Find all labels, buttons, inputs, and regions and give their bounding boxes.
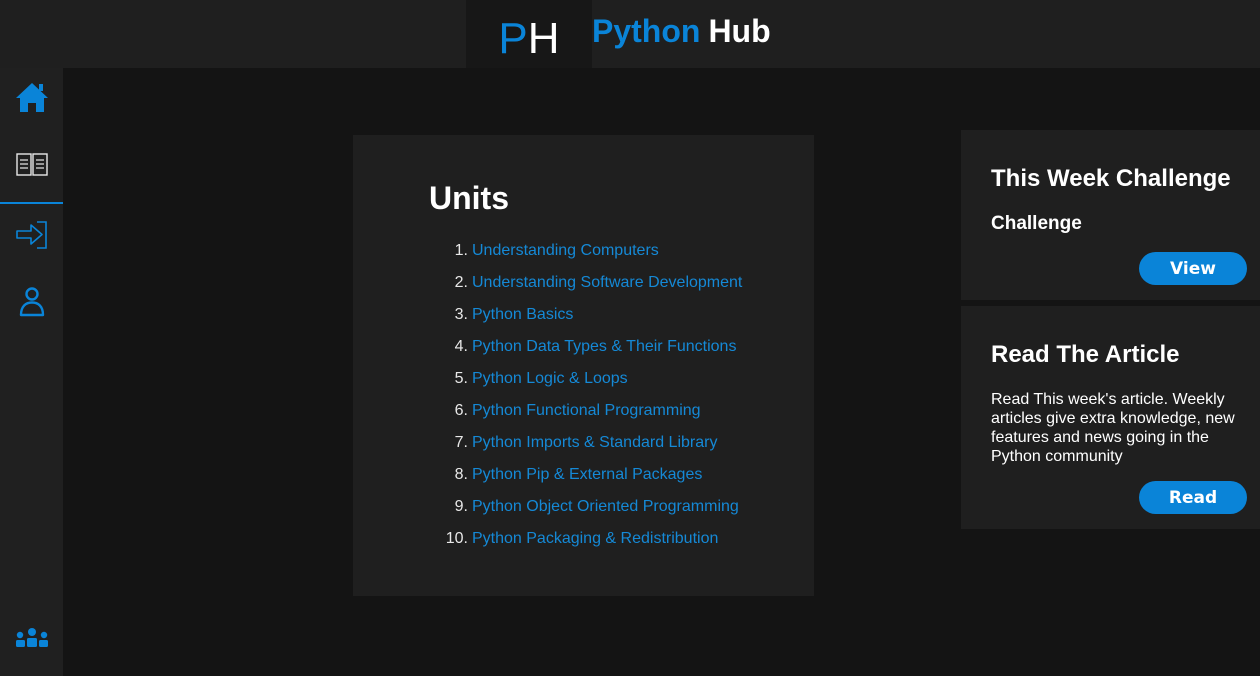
unit-link[interactable]: Python Logic & Loops [472,368,628,400]
unit-link[interactable]: Python Packaging & Redistribution [472,528,718,560]
unit-item: 1. Understanding Computers [433,240,742,272]
unit-link[interactable]: Python Data Types & Their Functions [472,336,736,368]
unit-item: 3. Python Basics [433,304,742,336]
unit-link[interactable]: Understanding Software Development [472,272,742,304]
unit-number: 3. [454,306,468,323]
unit-link[interactable]: Python Basics [472,304,573,336]
unit-item: 4. Python Data Types & Their Functions [433,336,742,368]
unit-number: 5. [454,370,468,387]
units-title: Units [429,180,509,216]
challenge-title: This Week Challenge [991,165,1231,192]
user-icon [19,287,44,317]
read-article-button[interactable]: Read [1139,481,1247,514]
login-icon [15,221,47,249]
unit-number: 9. [454,498,468,515]
unit-link[interactable]: Understanding Computers [472,240,659,272]
unit-item: 8. Python Pip & External Packages [433,464,742,496]
unit-number: 6. [454,402,468,419]
challenge-subtitle: Challenge [991,213,1082,234]
brand-word-hub: Hub [708,13,771,49]
units-list: 1. Understanding Computers 2. Understandin… [433,240,743,560]
unit-item: 9. Python Object Oriented Programming [433,496,742,528]
unit-item: 2. Understanding Software Development [433,272,743,304]
unit-item: 5. Python Logic & Loops [433,368,742,400]
sidebar-item-login[interactable] [0,205,63,265]
brand-word-python: Python [592,13,701,49]
article-description: Read This week's article. Weekly article… [991,391,1235,465]
units-card: Units 1. Understanding Computers 2. Unders… [353,135,814,596]
sidebar-item-profile[interactable] [0,272,63,332]
unit-number: 2. [454,274,468,291]
unit-item: 7. Python Imports & Standard Library [433,432,742,464]
group-icon [15,628,48,647]
logo[interactable]: PH [466,0,592,68]
sidebar-item-units[interactable] [0,135,63,195]
sidebar-item-home[interactable] [0,68,63,128]
home-icon [15,83,48,112]
book-icon [15,153,48,176]
unit-link[interactable]: Python Imports & Standard Library [472,432,717,464]
unit-item: 6. Python Functional Programming [433,400,742,432]
unit-number: 1. [454,242,468,259]
article-card: Read The Article Read This week's articl… [961,306,1260,529]
view-challenge-button[interactable]: View [1139,252,1247,285]
sidebar [0,68,63,676]
active-nav-indicator [0,202,63,204]
unit-number: 7. [454,434,468,451]
unit-link[interactable]: Python Functional Programming [472,400,701,432]
unit-link[interactable]: Python Pip & External Packages [472,464,702,496]
logo-letter-h: H [527,14,560,63]
brand-title: Python Hub [592,13,771,50]
logo-letter-p: P [498,14,528,63]
unit-link[interactable]: Python Object Oriented Programming [472,496,739,528]
article-title: Read The Article [991,341,1180,368]
top-bar: PH Python Hub [0,0,1260,68]
unit-number: 10. [445,530,468,547]
unit-number: 8. [454,466,468,483]
unit-item: 10. Python Packaging & Redistribution [433,528,742,560]
challenge-card: This Week Challenge Challenge View [961,130,1260,300]
unit-number: 4. [454,338,468,355]
sidebar-item-community[interactable] [0,608,63,668]
